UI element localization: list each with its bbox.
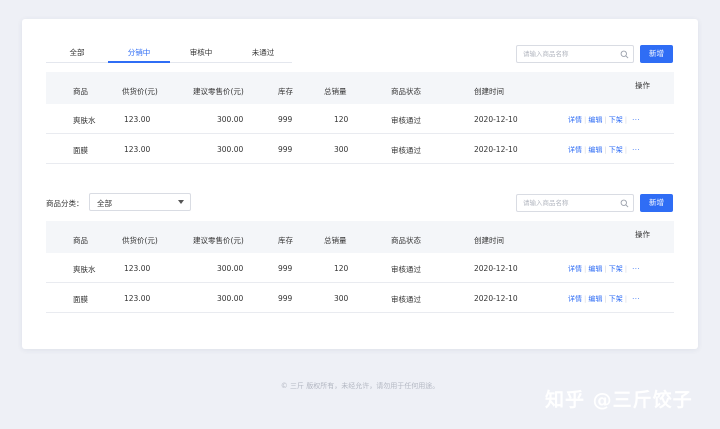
column-header: 操作 <box>635 81 650 90</box>
product-status: 审核通过 <box>391 146 421 155</box>
tab-distributing[interactable]: 分销中 <box>108 47 170 58</box>
content-card: 全部 分销中 审核中 未通过 新增 商品 供货价(元) 建议零售价(元) 库存 … <box>22 19 698 349</box>
stock: 999 <box>278 294 293 303</box>
column-header: 建议零售价(元) <box>193 87 244 96</box>
more-icon[interactable]: ··· <box>632 116 640 124</box>
more-icon[interactable]: ··· <box>632 146 640 154</box>
column-header: 建议零售价(元) <box>193 236 244 245</box>
column-header: 商品状态 <box>391 236 421 245</box>
product-status: 审核通过 <box>391 295 421 304</box>
stock: 999 <box>278 115 293 124</box>
edit-link[interactable]: 编辑 <box>588 146 602 154</box>
delist-link[interactable]: 下架 <box>609 295 623 303</box>
supply-price: 123.00 <box>124 294 151 303</box>
table-row: 爽肤水 123.00 300.00 999 120 审核通过 2020-12-1… <box>46 253 674 283</box>
more-icon[interactable]: ··· <box>632 295 640 303</box>
supply-price: 123.00 <box>124 145 151 154</box>
total-sales: 300 <box>334 294 349 303</box>
created-date: 2020-12-10 <box>474 264 518 273</box>
delist-link[interactable]: 下架 <box>609 265 623 273</box>
product-name: 面膜 <box>73 295 88 304</box>
table-row: 面膜 123.00 300.00 999 300 审核通过 2020-12-10… <box>46 283 674 313</box>
retail-price: 300.00 <box>217 264 244 273</box>
row-actions: 详情 | 编辑 | 下架 | ··· <box>568 265 641 273</box>
active-tab-indicator <box>108 61 170 63</box>
search-input[interactable] <box>523 197 619 209</box>
category-select[interactable]: 全部 <box>89 193 191 211</box>
tab-reviewing[interactable]: 审核中 <box>170 47 232 58</box>
detail-link[interactable]: 详情 <box>568 146 582 154</box>
category-select-value: 全部 <box>97 199 112 208</box>
search-box <box>516 194 634 212</box>
column-header: 库存 <box>278 236 293 245</box>
edit-link[interactable]: 编辑 <box>588 295 602 303</box>
created-date: 2020-12-10 <box>474 115 518 124</box>
retail-price: 300.00 <box>217 145 244 154</box>
add-button[interactable]: 新增 <box>640 194 673 212</box>
retail-price: 300.00 <box>217 294 244 303</box>
stock: 999 <box>278 145 293 154</box>
more-icon[interactable]: ··· <box>632 265 640 273</box>
product-name: 爽肤水 <box>73 265 96 274</box>
product-table: 商品 供货价(元) 建议零售价(元) 库存 总销量 商品状态 创建时间 操作 爽… <box>46 72 674 164</box>
column-header: 操作 <box>635 230 650 239</box>
product-name: 爽肤水 <box>73 116 96 125</box>
column-header: 库存 <box>278 87 293 96</box>
created-date: 2020-12-10 <box>474 294 518 303</box>
column-header: 商品状态 <box>391 87 421 96</box>
caret-down-icon <box>178 200 184 204</box>
row-actions: 详情 | 编辑 | 下架 | ··· <box>568 116 641 124</box>
edit-link[interactable]: 编辑 <box>588 265 602 273</box>
total-sales: 120 <box>334 264 349 273</box>
search-box <box>516 45 634 63</box>
column-header: 商品 <box>73 87 88 96</box>
tab-rejected[interactable]: 未通过 <box>232 47 294 58</box>
delist-link[interactable]: 下架 <box>609 146 623 154</box>
table-row: 面膜 123.00 300.00 999 300 审核通过 2020-12-10… <box>46 134 674 164</box>
row-actions: 详情 | 编辑 | 下架 | ··· <box>568 295 641 303</box>
supply-price: 123.00 <box>124 264 151 273</box>
search-input[interactable] <box>523 48 619 60</box>
retail-price: 300.00 <box>217 115 244 124</box>
product-status: 审核通过 <box>391 265 421 274</box>
tab-all[interactable]: 全部 <box>46 47 108 58</box>
column-header: 总销量 <box>324 87 347 96</box>
status-tabs: 全部 分销中 审核中 未通过 <box>46 43 292 63</box>
category-filter-label: 商品分类： <box>46 199 84 208</box>
detail-link[interactable]: 详情 <box>568 116 582 124</box>
table-header: 商品 供货价(元) 建议零售价(元) 库存 总销量 商品状态 创建时间 操作 <box>46 72 674 104</box>
row-actions: 详情 | 编辑 | 下架 | ··· <box>568 146 641 154</box>
total-sales: 120 <box>334 115 349 124</box>
add-button[interactable]: 新增 <box>640 45 673 63</box>
total-sales: 300 <box>334 145 349 154</box>
watermark: 知乎 @三斤饺子 <box>545 389 693 411</box>
column-header: 商品 <box>73 236 88 245</box>
column-header: 总销量 <box>324 236 347 245</box>
column-header: 创建时间 <box>474 87 504 96</box>
table-header: 商品 供货价(元) 建议零售价(元) 库存 总销量 商品状态 创建时间 操作 <box>46 221 674 253</box>
product-table: 商品 供货价(元) 建议零售价(元) 库存 总销量 商品状态 创建时间 操作 爽… <box>46 221 674 313</box>
created-date: 2020-12-10 <box>474 145 518 154</box>
stock: 999 <box>278 264 293 273</box>
search-icon[interactable] <box>620 50 629 59</box>
detail-link[interactable]: 详情 <box>568 265 582 273</box>
column-header: 创建时间 <box>474 236 504 245</box>
supply-price: 123.00 <box>124 115 151 124</box>
detail-link[interactable]: 详情 <box>568 295 582 303</box>
product-status: 审核通过 <box>391 116 421 125</box>
search-icon[interactable] <box>620 199 629 208</box>
edit-link[interactable]: 编辑 <box>588 116 602 124</box>
column-header: 供货价(元) <box>122 87 158 96</box>
delist-link[interactable]: 下架 <box>609 116 623 124</box>
column-header: 供货价(元) <box>122 236 158 245</box>
table-row: 爽肤水 123.00 300.00 999 120 审核通过 2020-12-1… <box>46 104 674 134</box>
product-name: 面膜 <box>73 146 88 155</box>
